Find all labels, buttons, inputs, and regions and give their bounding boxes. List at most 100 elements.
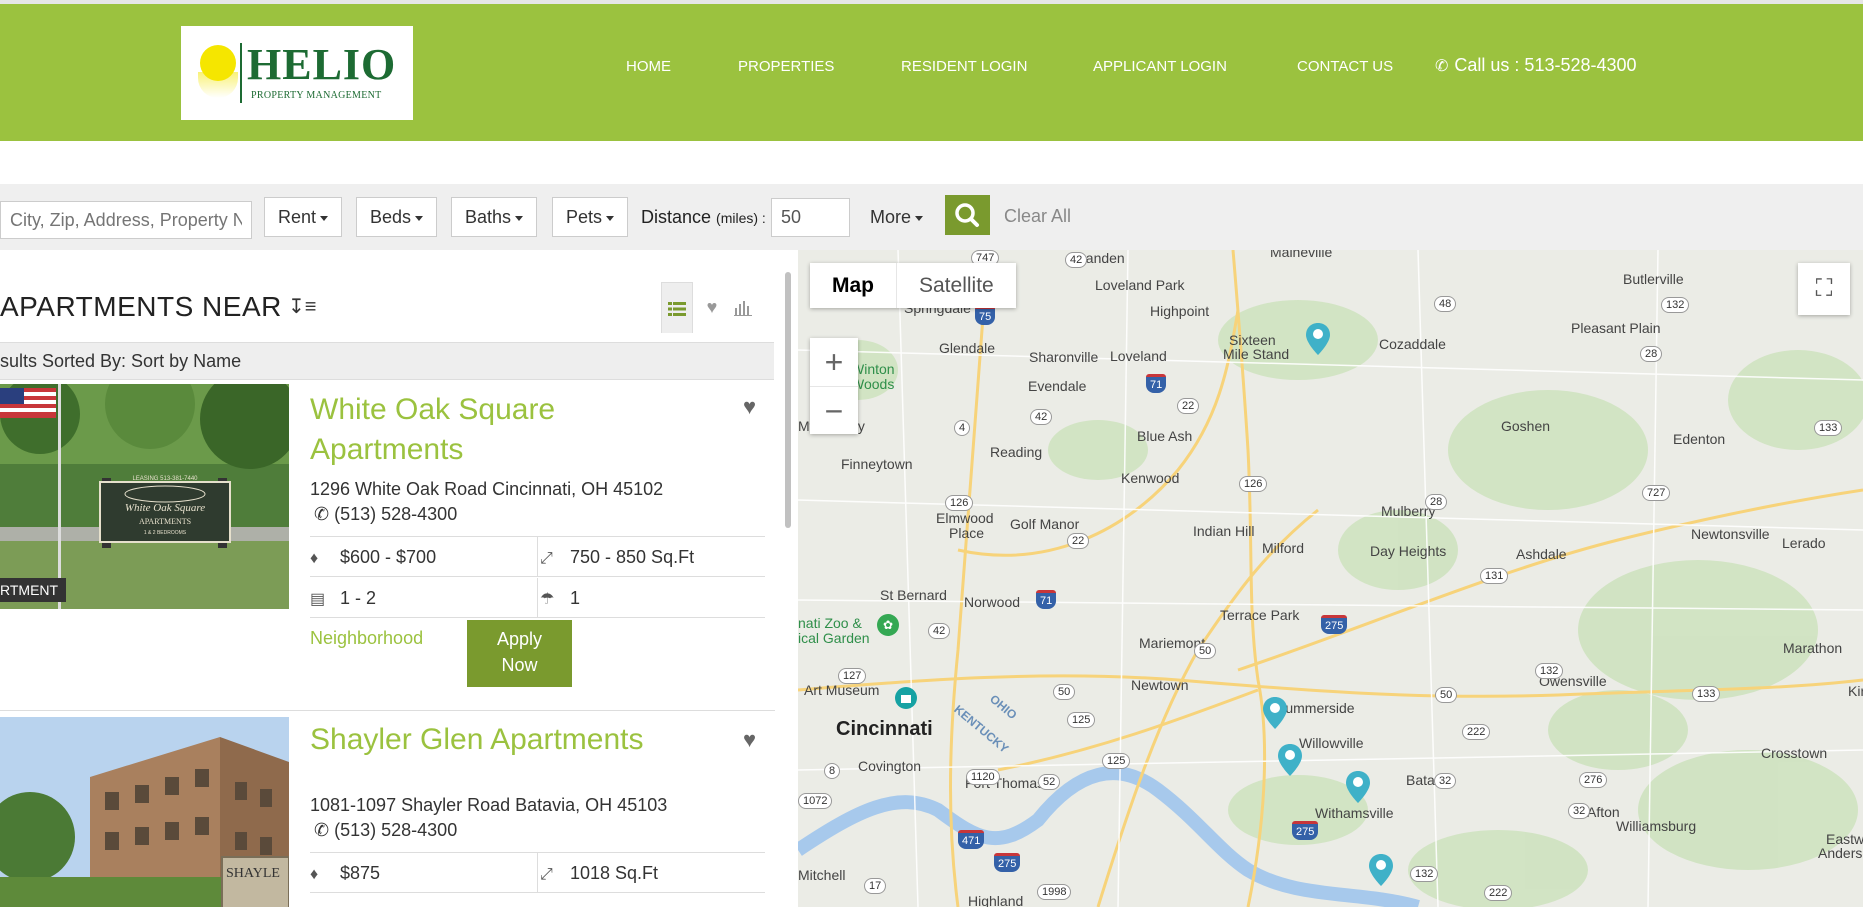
rent-value: $600 - $700 xyxy=(340,547,437,567)
favorite-heart-icon[interactable]: ♥ xyxy=(743,394,756,420)
helio-logo[interactable]: HELIO PROPERTY MANAGEMENT xyxy=(181,26,413,120)
nav-applicant-login[interactable]: APPLICANT LOGIN xyxy=(1093,58,1227,75)
property-title-link[interactable]: White Oak Square Apartments xyxy=(310,390,555,470)
nav-properties[interactable]: PROPERTIES xyxy=(738,58,834,75)
property-photo[interactable]: LEASING 513-381-7440 White Oak Square AP… xyxy=(0,384,289,609)
map-label: St Bernard xyxy=(880,587,947,603)
pets-filter-dropdown[interactable]: Pets xyxy=(552,197,629,237)
route-shield: 17 xyxy=(864,878,887,894)
property-phone-number: (513) 528-4300 xyxy=(334,504,458,524)
map-marker-icon[interactable] xyxy=(1346,771,1370,803)
zoom-control: + − xyxy=(810,338,858,434)
property-phone[interactable]: ✆ (513) 528-4300 xyxy=(314,820,457,841)
sign-text: SHAYLE xyxy=(226,866,280,881)
route-shield: 32 xyxy=(1434,773,1457,789)
rent-filter-dropdown[interactable]: Rent xyxy=(264,197,343,237)
sign-rooms-text: 1 & 2 BEDROOMS xyxy=(144,530,187,536)
route-shield: 42 xyxy=(928,623,951,639)
park-marker-icon[interactable]: ✿ xyxy=(876,613,900,645)
distance-input[interactable] xyxy=(771,198,850,237)
route-shield: 22 xyxy=(1067,533,1090,549)
route-shield: 222 xyxy=(1484,885,1513,901)
map-label: Elmwood xyxy=(936,510,994,526)
property-card: LEASING 513-381-7440 White Oak Square AP… xyxy=(0,384,775,702)
map-type-satellite-tab[interactable]: Satellite xyxy=(896,263,1016,308)
map-label: Kirby xyxy=(1848,683,1863,699)
property-type-badge: RTMENT xyxy=(0,578,67,602)
route-shield: 52 xyxy=(1038,774,1061,790)
interstate-shield: 275 xyxy=(1292,821,1319,840)
phone-icon: ✆ xyxy=(1435,58,1449,75)
museum-marker-icon[interactable] xyxy=(894,686,918,718)
map-label: Williamsburg xyxy=(1616,818,1697,834)
route-shield: 1072 xyxy=(798,793,833,809)
map-label: Withamsville xyxy=(1315,805,1394,821)
map-label: Newtown xyxy=(1131,677,1189,693)
nav-home[interactable]: HOME xyxy=(626,58,671,75)
map-label: Newtonsville xyxy=(1691,526,1770,542)
favorites-tab[interactable]: ♥ xyxy=(697,282,727,332)
sun-logo-icon xyxy=(200,45,236,81)
map-marker-icon[interactable] xyxy=(1263,697,1287,729)
zoom-in-icon[interactable]: + xyxy=(810,338,858,387)
location-search-input[interactable] xyxy=(0,201,252,239)
property-title-link[interactable]: Shayler Glen Apartments xyxy=(310,720,644,760)
sqft-cell: ⤢ 750 - 850 Sq.Ft xyxy=(538,537,765,577)
route-shield: 50 xyxy=(1053,684,1076,700)
zoom-out-icon[interactable]: − xyxy=(810,387,858,435)
map-label: Loveland Park xyxy=(1095,277,1185,293)
search-icon xyxy=(955,203,979,227)
sort-icon[interactable]: ↧≡ xyxy=(288,294,316,319)
list-scrollbar[interactable] xyxy=(785,272,791,528)
property-title-line1: White Oak Square xyxy=(310,393,556,426)
neighborhood-link[interactable]: Neighborhood xyxy=(310,628,423,649)
nav-resident-login[interactable]: RESIDENT LOGIN xyxy=(901,58,1027,75)
list-view-tab[interactable] xyxy=(661,282,693,333)
map-label: Finneytown xyxy=(841,456,913,472)
rent-cell: ♦ $600 - $700 xyxy=(310,537,538,577)
nav-contact-us[interactable]: CONTACT US xyxy=(1297,58,1393,75)
compare-tab[interactable] xyxy=(728,282,758,332)
map-label: Covington xyxy=(858,758,922,774)
map-type-map-tab[interactable]: Map xyxy=(810,263,896,308)
map-panel[interactable]: Landen Maineville Loveland Park Butlervi… xyxy=(798,250,1863,907)
interstate-shield: 71 xyxy=(1036,590,1057,609)
caret-down-icon xyxy=(320,215,329,221)
map-marker-icon[interactable] xyxy=(1306,323,1330,355)
route-shield: 222 xyxy=(1462,724,1491,740)
map-label: Blue Ash xyxy=(1137,428,1193,444)
property-phone[interactable]: ✆ (513) 528-4300 xyxy=(314,504,457,525)
more-filters-dropdown[interactable]: More xyxy=(870,207,924,228)
property-address: 1081-1097 Shayler Road Batavia, OH 45103 xyxy=(310,795,668,815)
interstate-shield: 71 xyxy=(1146,374,1167,393)
search-button[interactable] xyxy=(945,195,990,235)
interstate-shield: 275 xyxy=(1321,615,1348,634)
apply-now-button[interactable]: Apply Now xyxy=(467,620,572,687)
distance-label: Distance (miles) : xyxy=(641,207,766,228)
sqft-cell: ⤢ 1018 Sq.Ft xyxy=(538,853,765,893)
phone-icon: ✆ xyxy=(314,820,330,840)
fullscreen-icon[interactable]: ⛶ xyxy=(1798,263,1850,315)
price-tag-icon: ♦ xyxy=(310,550,319,567)
map-label: Indian Hill xyxy=(1193,523,1255,539)
map-label: Loveland xyxy=(1110,348,1167,364)
property-details-grid: ♦ $600 - $700 ⤢ 750 - 850 Sq.Ft ▤ 1 - 2 ☂ 1 xyxy=(310,536,765,620)
favorite-heart-icon[interactable]: ♥ xyxy=(743,727,756,753)
property-photo[interactable]: SHAYLE xyxy=(0,717,289,907)
route-shield: 42 xyxy=(1065,252,1088,268)
beds-filter-dropdown[interactable]: Beds xyxy=(356,197,438,237)
map-label: Sharonville xyxy=(1029,349,1099,365)
header-phone[interactable]: ✆ Call us : 513-528-4300 xyxy=(1435,55,1637,76)
logo-subtitle: PROPERTY MANAGEMENT xyxy=(251,90,382,101)
clear-all-link[interactable]: Clear All xyxy=(1004,206,1071,227)
map-label: Milford xyxy=(1262,540,1305,556)
baths-filter-dropdown[interactable]: Baths xyxy=(451,197,538,237)
baths-filter-label: Baths xyxy=(465,207,512,227)
map-label: Terrace Park xyxy=(1220,607,1300,623)
map-marker-icon[interactable] xyxy=(1278,744,1302,776)
map-marker-icon[interactable] xyxy=(1369,854,1393,886)
caret-down-icon xyxy=(915,215,924,221)
map-label: nati Zoo & xyxy=(798,615,862,631)
map-label: Marathon xyxy=(1783,640,1843,656)
route-shield: 133 xyxy=(1814,420,1843,436)
